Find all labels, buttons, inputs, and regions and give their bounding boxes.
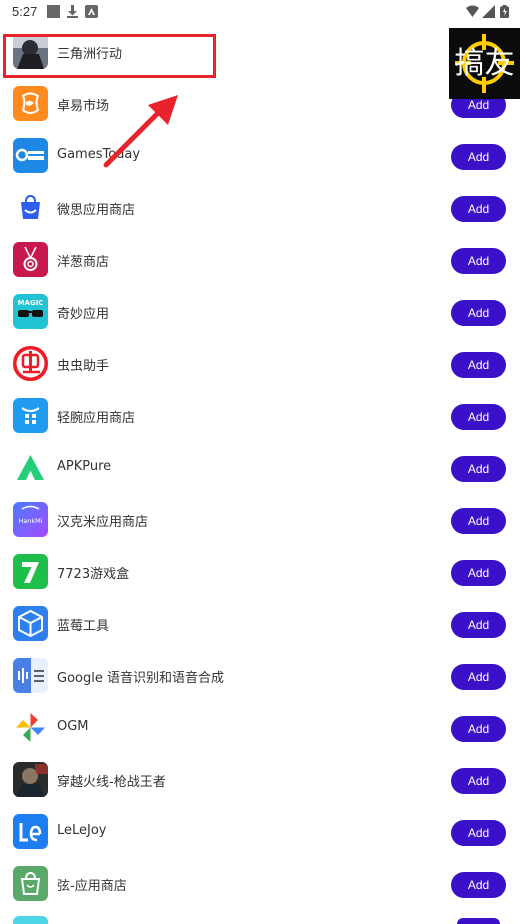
battery-icon: [500, 5, 509, 18]
wifi-icon: [466, 5, 479, 17]
zhuoyi-market-icon: [13, 86, 48, 121]
add-button[interactable]: Add: [451, 560, 506, 586]
list-item[interactable]: Google 语音识别和语音合成 Add: [0, 650, 520, 702]
list-item[interactable]: LeLeJoy Add: [0, 806, 520, 858]
list-item[interactable]: 弦-应用商店 Add: [0, 858, 520, 910]
blueberry-tool-icon: [13, 606, 48, 641]
app-name: 汉克米应用商店: [57, 515, 149, 530]
gamestoday-icon: [13, 138, 48, 173]
partial-app-icon: [13, 916, 48, 924]
svg-text:MAGIC: MAGIC: [18, 299, 44, 307]
weisi-store-icon: [13, 190, 48, 225]
app-name: 虫虫助手: [57, 359, 110, 374]
7723-game-box-icon: [13, 554, 48, 589]
add-button[interactable]: Add: [451, 144, 506, 170]
status-time: 5:27: [12, 4, 38, 19]
app-name: 奇妙应用: [57, 307, 110, 322]
add-button[interactable]: Add: [451, 300, 506, 326]
add-button[interactable]: Add: [451, 196, 506, 222]
onion-store-icon: [13, 242, 48, 277]
app-name: 7723游戏盒: [57, 567, 130, 582]
list-item[interactable]: GamesToday Add: [0, 130, 520, 182]
app-list[interactable]: 三角洲行动 卓易市场 Add GamesToday Add 微思应用商店 Add…: [0, 26, 520, 910]
list-item[interactable]: 虫虫助手 Add: [0, 338, 520, 390]
google-speech-icon: [13, 658, 48, 693]
list-item[interactable]: 卓易市场 Add: [0, 78, 520, 130]
watermark-logo: 搞友: [449, 28, 520, 99]
add-button[interactable]: Add: [451, 664, 506, 690]
lelejoy-icon: [13, 814, 48, 849]
add-button[interactable]: Add: [451, 612, 506, 638]
xian-store-icon: [13, 866, 48, 901]
add-button[interactable]: Add: [451, 404, 506, 430]
download-icon: [67, 5, 78, 18]
crossfire-icon: [13, 762, 48, 797]
add-button[interactable]: Add: [451, 508, 506, 534]
app-name: LeLeJoy: [57, 823, 107, 838]
add-button[interactable]: Add: [451, 352, 506, 378]
qingwan-store-icon: [13, 398, 48, 433]
app-name: 微思应用商店: [57, 203, 136, 218]
list-item[interactable]: 蓝莓工具 Add: [0, 598, 520, 650]
magic-app-icon: MAGIC: [13, 294, 48, 329]
list-item[interactable]: HankMi 汉克米应用商店 Add: [0, 494, 520, 546]
list-item[interactable]: 穿越火线-枪战王者 Add: [0, 754, 520, 806]
list-item[interactable]: 7723游戏盒 Add: [0, 546, 520, 598]
signal-icon: [482, 5, 495, 18]
red-arrow-icon: [103, 95, 178, 168]
add-button[interactable]: Add: [451, 716, 506, 742]
app-name: 穿越火线-枪战王者: [57, 775, 166, 790]
chongchong-icon: [13, 346, 48, 381]
list-item[interactable]: OGM Add: [0, 702, 520, 754]
app-name: 蓝莓工具: [57, 619, 110, 634]
hankmi-store-icon: HankMi: [13, 502, 48, 537]
partial-add-button: [457, 918, 500, 924]
partial-list-item: [0, 910, 520, 924]
watermark-text: 搞友: [454, 46, 515, 81]
list-item[interactable]: 洋葱商店 Add: [0, 234, 520, 286]
svg-text:HankMi: HankMi: [18, 517, 42, 525]
add-button[interactable]: Add: [451, 456, 506, 482]
add-button[interactable]: Add: [451, 248, 506, 274]
app-name: 轻腕应用商店: [57, 411, 136, 426]
add-button[interactable]: Add: [451, 768, 506, 794]
list-item[interactable]: 轻腕应用商店 Add: [0, 390, 520, 442]
app-name: APKPure: [57, 459, 112, 474]
app-name: 弦-应用商店: [57, 879, 127, 894]
notification-square-icon: [47, 5, 60, 18]
app-name: OGM: [57, 719, 89, 734]
highlight-box: [3, 34, 216, 78]
app-name: Google 语音识别和语音合成: [57, 671, 224, 686]
app-notification-icon: [85, 5, 98, 18]
app-name: 洋葱商店: [57, 255, 110, 270]
status-bar: 5:27: [0, 0, 520, 24]
add-button[interactable]: Add: [451, 820, 506, 846]
list-item[interactable]: MAGIC 奇妙应用 Add: [0, 286, 520, 338]
list-item[interactable]: 微思应用商店 Add: [0, 182, 520, 234]
list-item[interactable]: APKPure Add: [0, 442, 520, 494]
add-button[interactable]: Add: [451, 872, 506, 898]
ogm-icon: [13, 710, 48, 745]
apkpure-icon: [13, 450, 48, 485]
